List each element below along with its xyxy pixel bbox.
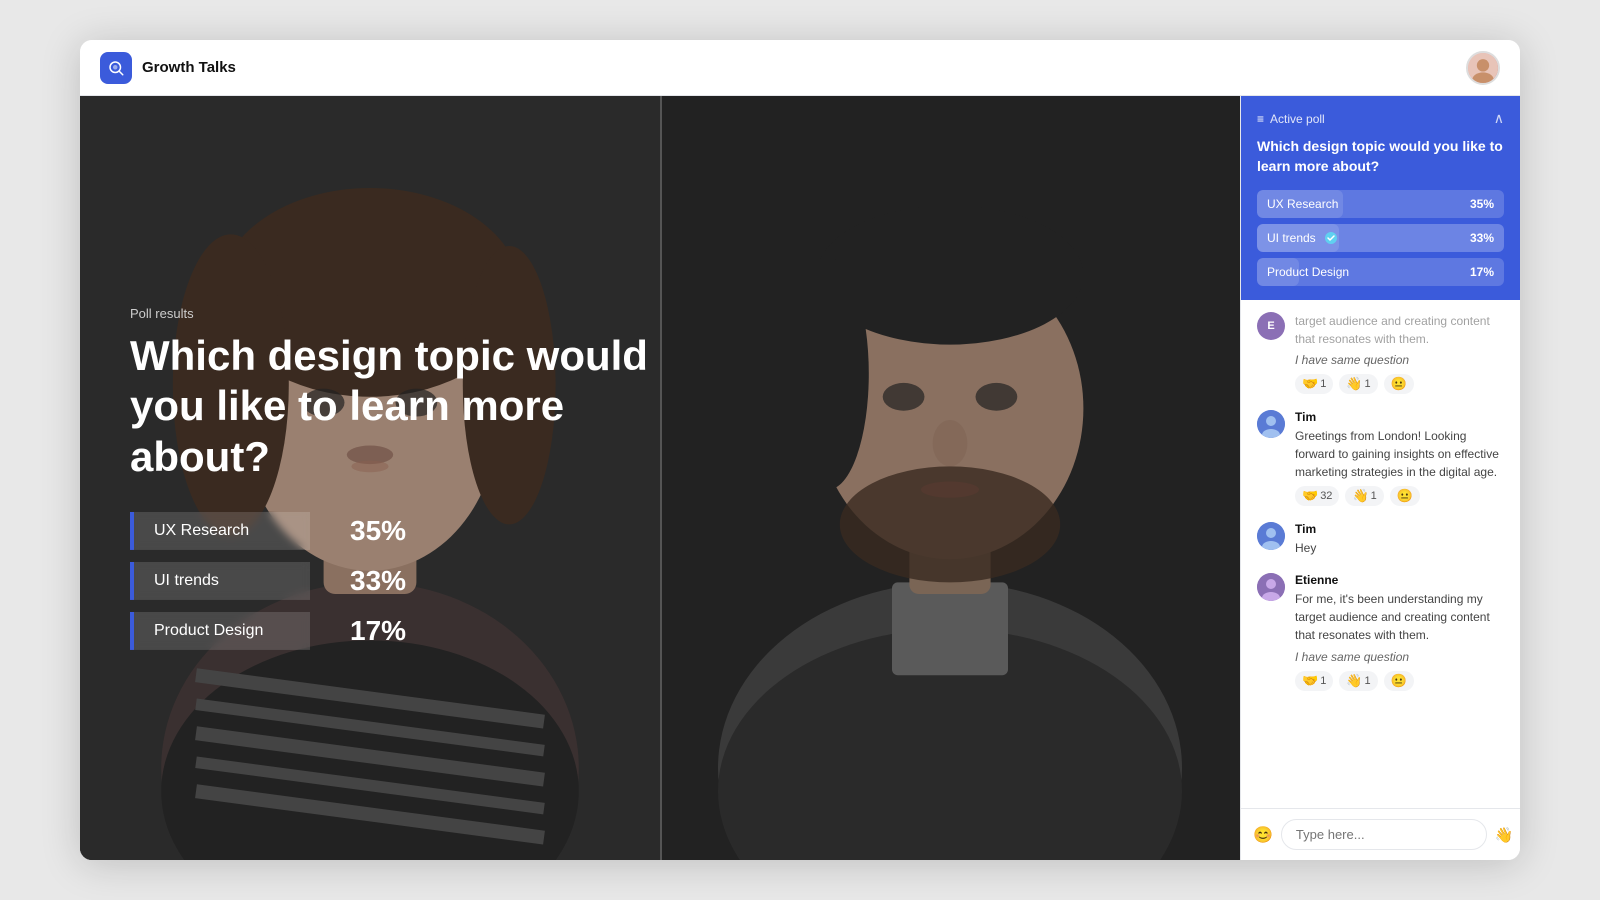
main-content: Poll results Which design topic would yo… [80,96,1520,860]
poll-card-option-name-ux: UX Research [1267,197,1338,211]
chat-avatar-tim-2 [1257,522,1285,550]
wave-emoji-btn[interactable]: 👋 [1495,826,1514,844]
chat-message-etienne: Etienne For me, it's been understanding … [1257,573,1504,691]
chat-reactions-etienne: 🤝1 👋1 😐 [1295,671,1504,691]
reaction-wave-etienne[interactable]: 👋1 [1339,671,1377,691]
poll-card-header: ≡ Active poll ∧ [1257,110,1504,127]
chat-input-row: 😊 👋 😂 🔥 [1241,808,1520,860]
chat-msg-text-etienne: For me, it's been understanding my targe… [1295,590,1504,644]
chat-avatar-tim-1 [1257,410,1285,438]
poll-option-pd[interactable]: Product Design 17% [130,612,690,650]
reaction-clap-partial[interactable]: 👋1 [1339,374,1377,394]
reaction-face-etienne[interactable]: 😐 [1384,671,1414,691]
poll-option-label-ui: UI trends [154,572,219,590]
poll-option-pct-ux: 35% [350,515,406,547]
user-avatar[interactable] [1466,51,1500,85]
chat-avatar-etienne-partial: E [1257,312,1285,340]
poll-card-options: UX Research 35% UI trends [1257,190,1504,286]
poll-card-option-pd[interactable]: Product Design 17% [1257,258,1504,286]
chat-msg-name-tim-2: Tim [1295,522,1316,536]
poll-card-question: Which design topic would you like to lea… [1257,137,1504,176]
poll-options: UX Research 35% UI trends 33% Product De… [130,512,690,650]
poll-option-pct-pd: 17% [350,615,406,647]
chat-msg-text-tim-2: Hey [1295,539,1316,557]
reaction-fire-partial[interactable]: 🤝1 [1295,374,1333,394]
logo-icon [100,52,132,84]
app-window: Growth Talks [80,40,1520,860]
poll-card-option-name-ui: UI trends [1267,231,1338,245]
chat-msg-text-tim-1: Greetings from London! Looking forward t… [1295,427,1504,481]
header: Growth Talks [80,40,1520,96]
right-panel: ≡ Active poll ∧ Which design topic would… [1240,96,1520,860]
video-right [660,96,1240,860]
poll-card-option-pct-ui: 33% [1470,231,1494,245]
poll-card-option-name-pd: Product Design [1267,265,1349,279]
chat-message-tim-2: Tim Hey [1257,522,1504,557]
reaction-handshake-tim1[interactable]: 🤝32 [1295,486,1339,506]
chat-reactions-tim-1: 🤝32 👋1 😐 [1295,486,1504,506]
poll-question: Which design topic would you like to lea… [130,331,690,482]
chat-area[interactable]: E target audience and creating content t… [1241,300,1520,808]
poll-card-title-row: ≡ Active poll [1257,112,1325,126]
reaction-neutral-partial[interactable]: 😐 [1384,374,1414,394]
reaction-handshake-etienne[interactable]: 🤝1 [1295,671,1333,691]
poll-option-pct-ui: 33% [350,565,406,597]
chat-reactions-partial: 🤝1 👋1 😐 [1295,374,1504,394]
poll-option-label-ux: UX Research [154,522,249,540]
chat-sub-text-partial: I have same question [1295,351,1504,369]
video-area: Poll results Which design topic would yo… [80,96,1240,860]
poll-option-ui[interactable]: UI trends 33% [130,562,690,600]
emoji-picker-icon[interactable]: 😊 [1253,825,1273,845]
poll-overlay: Poll results Which design topic would yo… [130,306,690,650]
active-poll-card: ≡ Active poll ∧ Which design topic would… [1241,96,1520,300]
chat-partial-text: target audience and creating content tha… [1295,312,1504,348]
poll-card-option-ux[interactable]: UX Research 35% [1257,190,1504,218]
poll-option-bar-pd: Product Design [130,612,310,650]
chat-msg-name-tim-1: Tim [1295,410,1504,424]
chat-same-question: I have same question [1295,648,1504,666]
chat-avatar-etienne [1257,573,1285,601]
chat-msg-name-etienne: Etienne [1295,573,1504,587]
chat-input[interactable] [1281,819,1487,850]
chat-msg-body-tim-1: Tim Greetings from London! Looking forwa… [1295,410,1504,506]
chat-message-partial: E target audience and creating content t… [1257,312,1504,394]
chat-msg-body-partial: target audience and creating content tha… [1295,312,1504,394]
app-title: Growth Talks [142,59,236,76]
poll-label: Poll results [130,306,690,321]
poll-card-option-pct-ux: 35% [1470,197,1494,211]
poll-card-collapse-button[interactable]: ∧ [1494,110,1504,127]
poll-option-bar-ux: UX Research [130,512,310,550]
chat-msg-body-tim-2: Tim Hey [1295,522,1316,557]
reaction-wave-tim1[interactable]: 👋1 [1345,486,1383,506]
poll-option-bar-ui: UI trends [130,562,310,600]
poll-option-ux[interactable]: UX Research 35% [130,512,690,550]
header-left: Growth Talks [100,52,236,84]
poll-bar-icon: ≡ [1257,112,1264,126]
poll-card-option-ui[interactable]: UI trends 33% [1257,224,1504,252]
poll-card-label: Active poll [1270,112,1325,126]
poll-card-option-pct-pd: 17% [1470,265,1494,279]
chat-input-actions: 👋 😂 🔥 [1495,826,1520,844]
reaction-face-tim1[interactable]: 😐 [1390,486,1420,506]
chat-msg-body-etienne: Etienne For me, it's been understanding … [1295,573,1504,691]
chat-message-tim-1: Tim Greetings from London! Looking forwa… [1257,410,1504,506]
poll-option-label-pd: Product Design [154,622,263,640]
